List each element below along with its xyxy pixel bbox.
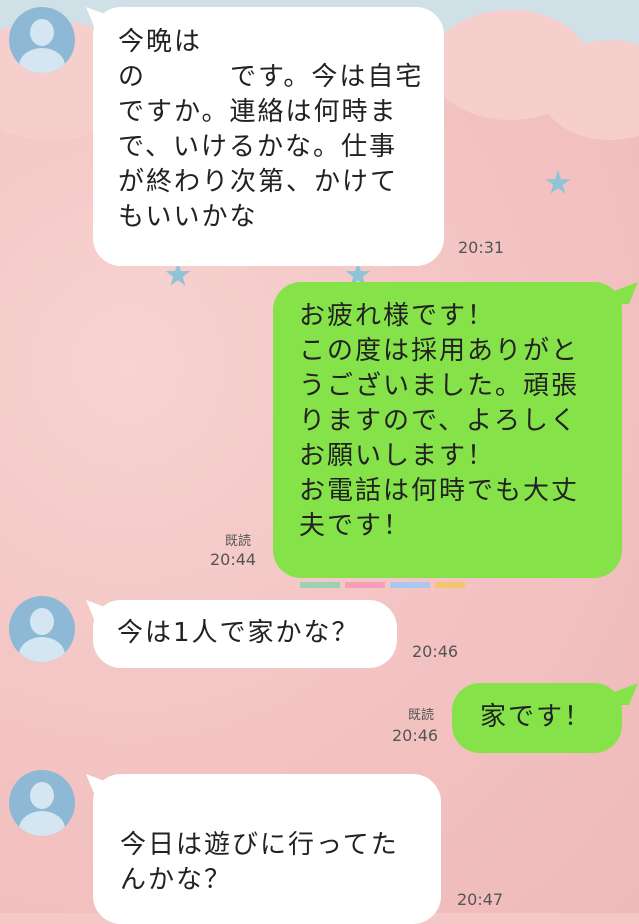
read-receipt: 既読 <box>408 708 435 723</box>
message-time: 20:46 <box>412 642 459 661</box>
message-bubble-incoming[interactable]: 今晩は の です。今は自宅 ですか。連絡は何時ま で、いけるかな。仕事 が終わり… <box>93 7 444 266</box>
message-bubble-outgoing[interactable]: 家です！ <box>452 683 622 753</box>
contact-avatar[interactable] <box>9 7 75 73</box>
message-text: お疲れ様です！ この度は採用ありがと うございました。頑張 りますので、よろしく… <box>299 301 580 541</box>
contact-avatar[interactable] <box>9 596 75 662</box>
message-time: 20:31 <box>458 238 505 257</box>
message-time: 20:46 <box>392 726 439 745</box>
person-icon <box>30 19 54 46</box>
message-text: 今晩は の です。今は自宅 ですか。連絡は何時ま で、いけるかな。仕事 が終わり… <box>118 27 424 232</box>
message-time: 20:44 <box>210 550 257 569</box>
message-bubble-outgoing[interactable]: お疲れ様です！ この度は採用ありがと うございました。頑張 りますので、よろしく… <box>273 282 622 578</box>
message-bubble-incoming[interactable]: 今は1人で家かな？ <box>93 600 397 668</box>
contact-avatar[interactable] <box>9 770 75 836</box>
message-bubble-incoming[interactable]: 今日は遊びに行ってた んかな？ <box>93 774 441 924</box>
message-text: 今は1人で家かな？ <box>117 618 360 648</box>
message-time: 20:47 <box>457 890 504 909</box>
person-icon <box>30 608 54 635</box>
read-receipt: 既読 <box>225 534 252 549</box>
person-icon <box>30 782 54 809</box>
message-text: 家です！ <box>480 702 593 732</box>
message-text: 今日は遊びに行ってた んかな？ <box>120 830 399 895</box>
